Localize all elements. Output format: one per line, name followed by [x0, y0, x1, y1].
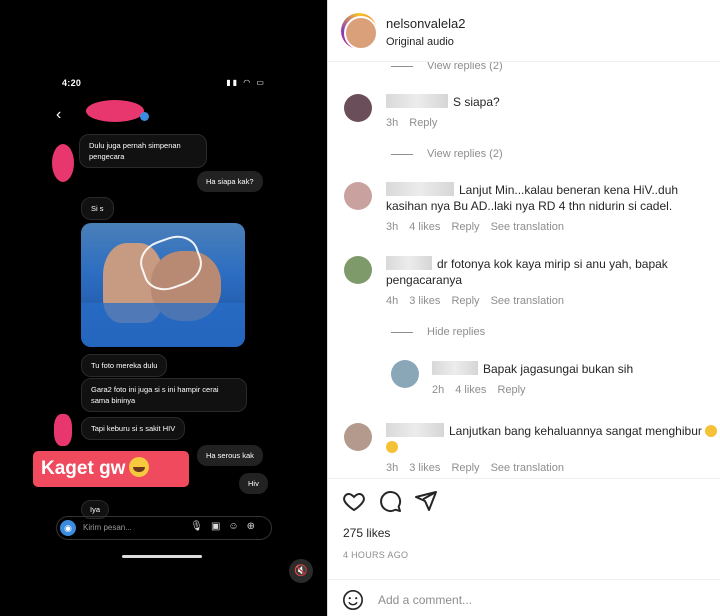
redaction-scribble [86, 100, 144, 122]
post-actions: 275 likes 4 HOURS AGO Add a comment... [328, 478, 720, 616]
message-in: Dulu juga pernah simpenan pengecara [79, 134, 207, 168]
view-replies-button[interactable]: View replies (2) [391, 62, 503, 72]
mute-icon[interactable]: 🔇 [289, 559, 313, 583]
chat-header: ‹ [56, 100, 272, 126]
comment-time: 3h [386, 117, 399, 129]
commenter-avatar[interactable] [391, 360, 419, 388]
audio-link[interactable]: Original audio [386, 36, 454, 48]
message-in: Gara2 foto ini juga si s ini hampir cera… [81, 378, 247, 412]
redaction-scribble [52, 144, 74, 182]
reel-video-panel[interactable]: 4:20 ▮▮ ◠ ▭ ‹ Dulu juga pernah simpenan … [0, 0, 327, 616]
commenter-avatar[interactable] [344, 423, 372, 451]
message-in: Si s [81, 197, 114, 220]
comment-likes[interactable]: 4 likes [455, 384, 486, 396]
verified-badge-icon [140, 112, 149, 121]
comment-meta: 2h 4 likes Reply [432, 384, 537, 396]
message-in: Tapi keburu si s sakit HIV [81, 417, 186, 440]
grinning-emoji-icon [129, 457, 150, 477]
message-out: Hiv [239, 473, 268, 494]
author-avatar[interactable] [341, 13, 378, 50]
laughing-emoji-icon [705, 425, 718, 437]
comment-text: Lanjutkan bang kehaluannya sangat menghi… [386, 423, 718, 455]
reply-button[interactable]: Reply [451, 295, 479, 307]
sticker-text: Kaget gw [41, 458, 126, 479]
view-replies-button[interactable]: View replies (2) [391, 148, 503, 160]
see-translation-button[interactable]: See translation [491, 295, 564, 307]
post-timestamp: 4 HOURS AGO [343, 550, 409, 560]
shared-photo [81, 223, 245, 347]
hide-replies-button[interactable]: Hide replies [391, 326, 485, 338]
comment-text: Bapak jagasungai bukan sih [432, 361, 633, 377]
add-comment-input[interactable]: Add a comment... [378, 593, 472, 607]
comment-text: S siapa? [386, 94, 500, 110]
comments-list[interactable]: View replies (2) S siapa? 3h Reply View r… [328, 62, 720, 478]
laughing-emoji-icon [386, 441, 398, 453]
message-composer[interactable]: ◉ Kirim pesan... 🎙▣☺⊕ [56, 516, 272, 540]
comments-panel: nelsonvalela2 Original audio View replie… [327, 0, 720, 616]
see-translation-button[interactable]: See translation [491, 221, 564, 233]
redaction-scribble [54, 414, 72, 446]
see-translation-button[interactable]: See translation [491, 462, 564, 474]
camera-icon: ◉ [60, 520, 76, 536]
message-out: Ha siapa kak? [197, 171, 263, 192]
add-comment-bar[interactable]: Add a comment... [328, 579, 720, 616]
dm-screenshot: 4:20 ▮▮ ◠ ▭ ‹ Dulu juga pernah simpenan … [46, 76, 282, 564]
comment-likes[interactable]: 3 likes [409, 295, 440, 307]
emoji-icon[interactable] [342, 589, 364, 611]
back-arrow-icon: ‹ [56, 106, 62, 123]
commenter-avatar[interactable] [344, 94, 372, 122]
home-indicator [122, 555, 202, 558]
likes-count[interactable]: 275 likes [343, 526, 390, 540]
commenter-avatar[interactable] [344, 182, 372, 210]
comment-time: 3h [386, 221, 399, 233]
composer-tools-icons: 🎙▣☺⊕ [190, 521, 263, 532]
composer-placeholder: Kirim pesan... [83, 523, 132, 532]
author-username[interactable]: nelsonvalela2 [386, 16, 466, 31]
comment-time: 2h [432, 384, 445, 396]
comment-meta: 3h 3 likes Reply See translation [386, 462, 575, 474]
status-time: 4:20 [62, 78, 82, 88]
reply-button[interactable]: Reply [497, 384, 525, 396]
comment-meta: 4h 3 likes Reply See translation [386, 295, 575, 307]
comment-meta: 3h 4 likes Reply See translation [386, 221, 575, 233]
message-in: Tu foto mereka dulu [81, 354, 168, 377]
reply-button[interactable]: Reply [409, 117, 437, 129]
comment-likes[interactable]: 4 likes [409, 221, 440, 233]
comment-likes[interactable]: 3 likes [409, 462, 440, 474]
caption-sticker: Kaget gw [33, 451, 189, 487]
comment-meta: 3h Reply [386, 117, 448, 129]
share-icon[interactable] [414, 489, 438, 513]
comment-time: 3h [386, 462, 399, 474]
heart-icon[interactable] [342, 489, 366, 513]
photo-water [81, 303, 245, 347]
post-header: nelsonvalela2 Original audio [328, 0, 720, 62]
signal-wifi-battery-icon: ▮▮ ◠ ▭ [226, 78, 266, 87]
comment-text: Lanjut Min...kalau beneran kena HiV..duh… [386, 182, 679, 213]
comment-text: dr fotonya kok kaya mirip si anu yah, ba… [386, 256, 668, 287]
instagram-post-view: 4:20 ▮▮ ◠ ▭ ‹ Dulu juga pernah simpenan … [0, 0, 720, 616]
reply-button[interactable]: Reply [451, 462, 479, 474]
phone-status-bar: 4:20 ▮▮ ◠ ▭ [56, 78, 272, 92]
comment-icon[interactable] [378, 489, 402, 513]
reply-button[interactable]: Reply [451, 221, 479, 233]
comment-time: 4h [386, 295, 399, 307]
message-out: Ha serous kak [197, 445, 263, 466]
commenter-avatar[interactable] [344, 256, 372, 284]
